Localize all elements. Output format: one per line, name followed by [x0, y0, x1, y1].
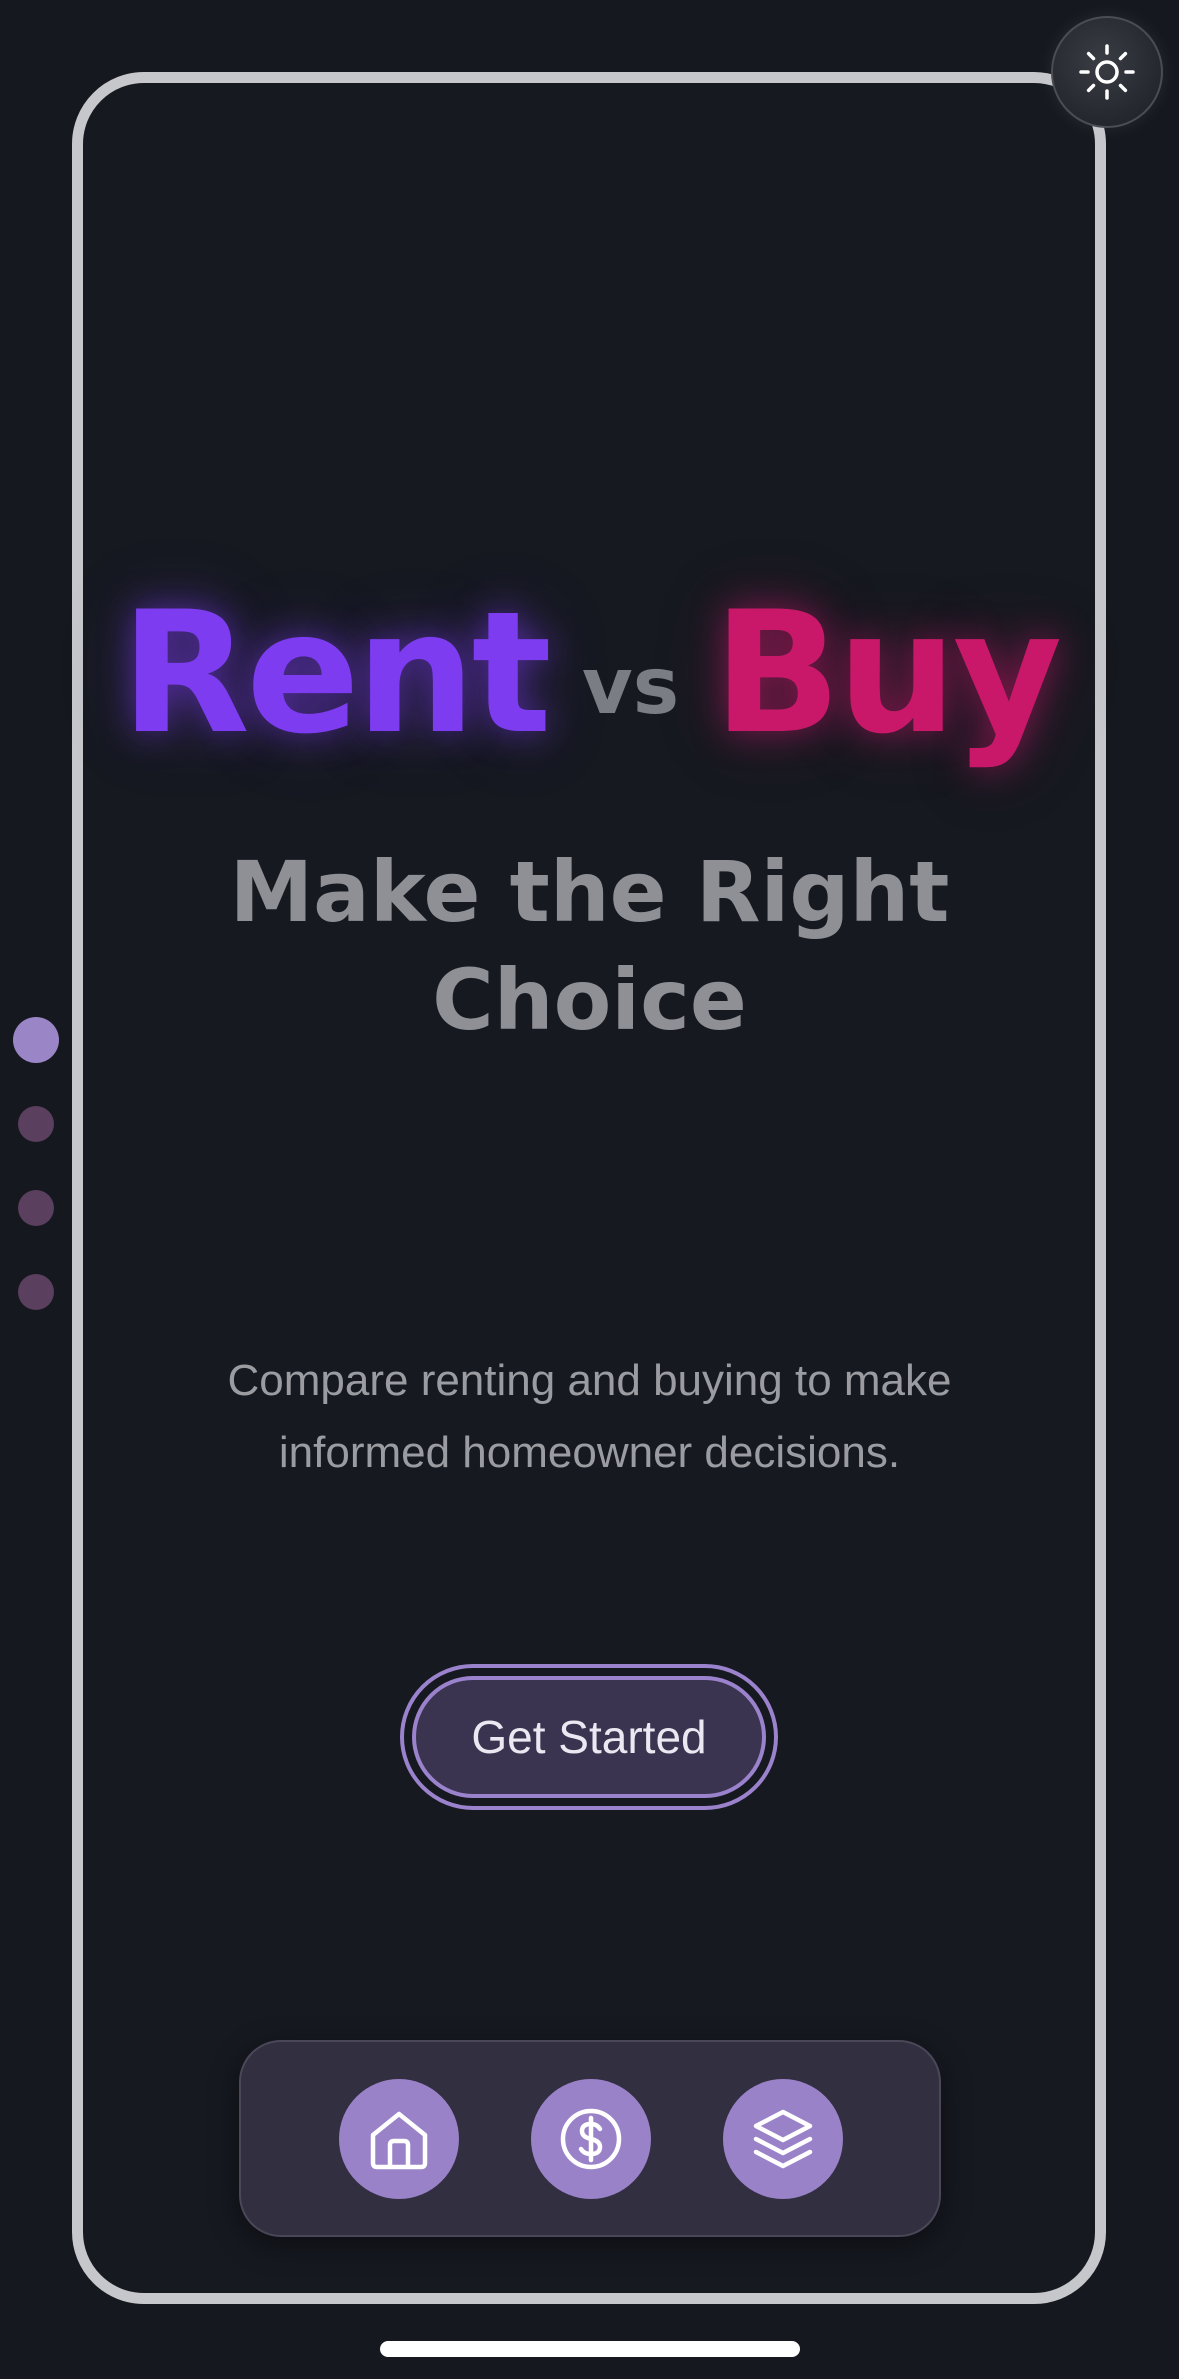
- nav-layers-button[interactable]: [723, 2079, 843, 2199]
- layers-icon: [753, 2109, 813, 2169]
- bottom-nav: [239, 2040, 941, 2237]
- title-buy: Buy: [713, 575, 1062, 771]
- nav-home-button[interactable]: [339, 2079, 459, 2199]
- home-indicator[interactable]: [380, 2341, 800, 2357]
- hero-subtitle: Make the Right Choice: [229, 843, 950, 1049]
- page-dot[interactable]: [18, 1106, 54, 1142]
- title-rent: Rent: [120, 575, 552, 771]
- page-dot[interactable]: [18, 1274, 54, 1310]
- page-dot-active[interactable]: [13, 1017, 59, 1063]
- get-started-button[interactable]: Get Started: [412, 1676, 766, 1798]
- get-started-button-ring: Get Started: [400, 1664, 778, 1810]
- dollar-icon: [560, 2108, 622, 2170]
- nav-finance-button[interactable]: [531, 2079, 651, 2199]
- hero-title: Rent vs Buy: [0, 575, 1179, 771]
- page-dot[interactable]: [18, 1190, 54, 1226]
- hero-description: Compare renting and buying to make infor…: [227, 1356, 952, 1477]
- home-icon: [370, 2111, 428, 2170]
- theme-toggle-button[interactable]: [1051, 16, 1163, 128]
- sun-icon: [1079, 44, 1135, 100]
- title-vs: vs: [581, 642, 680, 732]
- app-frame: [72, 72, 1106, 2304]
